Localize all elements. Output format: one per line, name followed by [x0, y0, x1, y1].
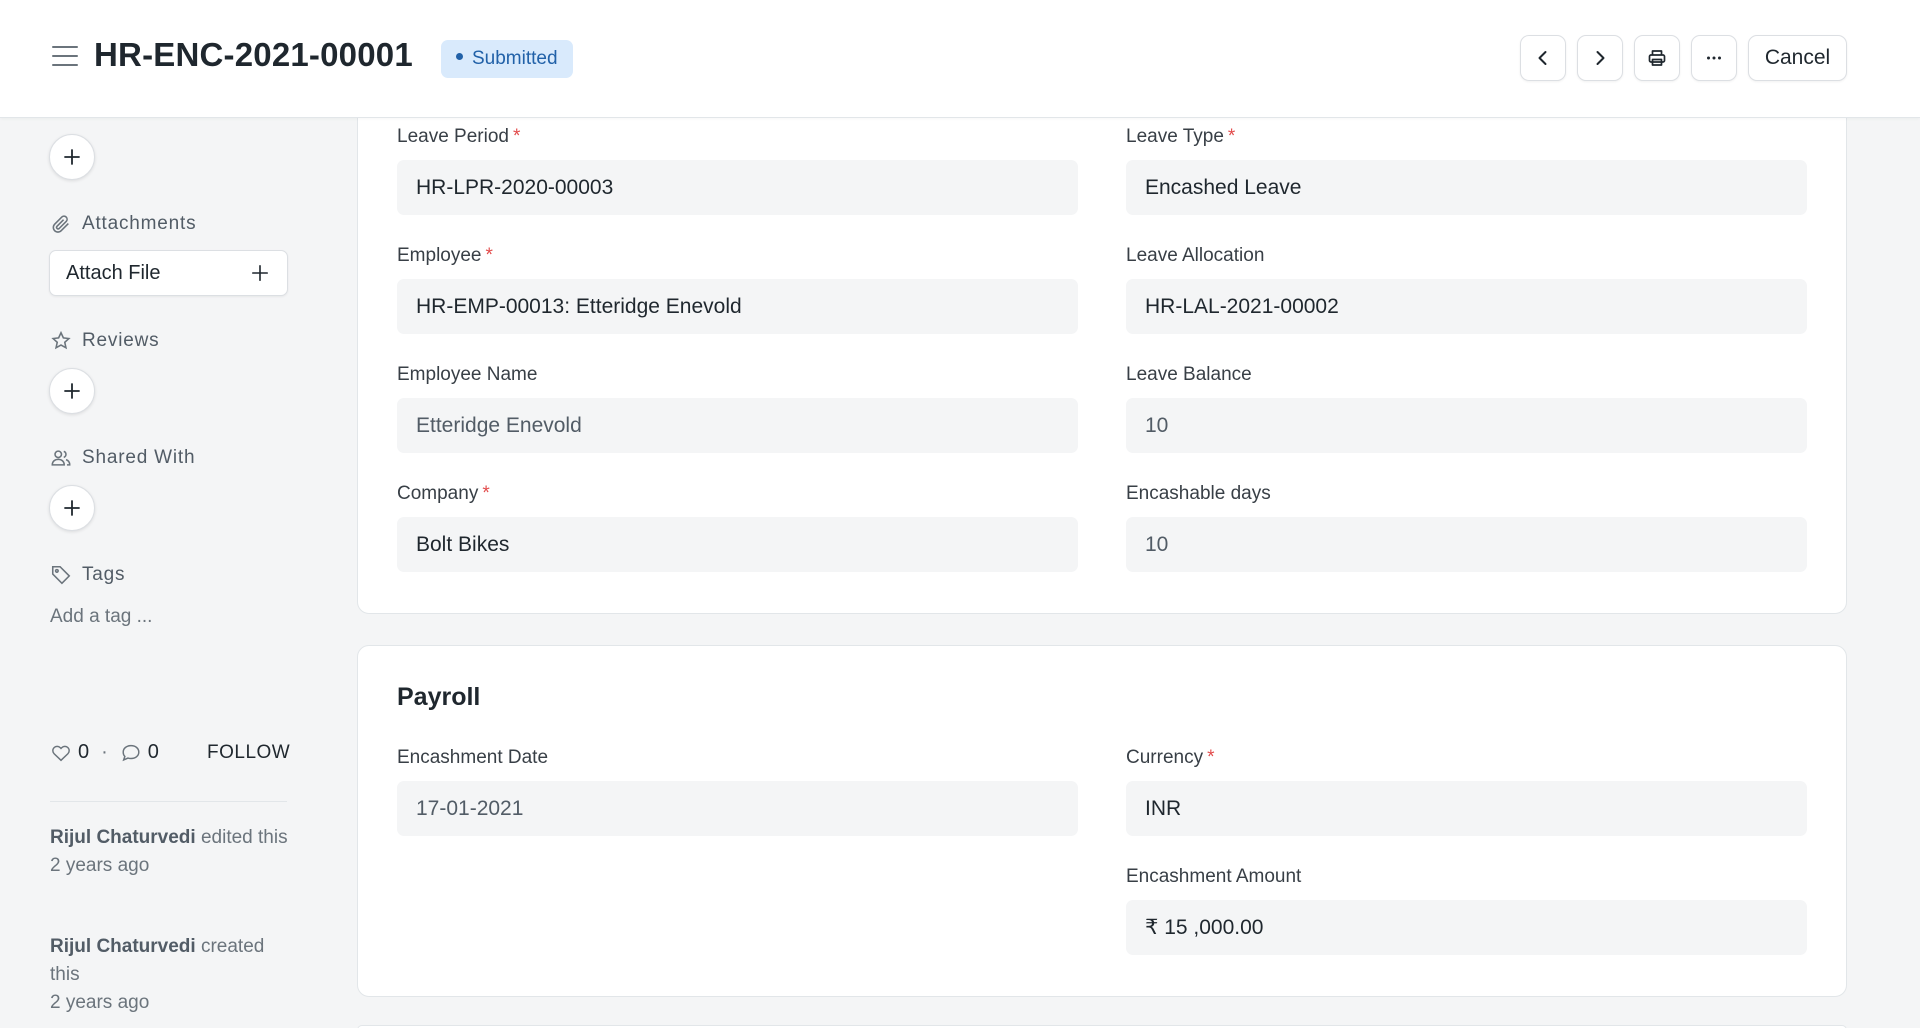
- employee-label: Employee *: [397, 245, 493, 266]
- follow-button[interactable]: FOLLOW: [207, 742, 290, 764]
- leave-period-label: Leave Period *: [397, 126, 521, 147]
- paperclip-icon: [52, 215, 69, 233]
- leave-type-field[interactable]: Encashed Leave: [1126, 160, 1807, 215]
- currency-label: Currency *: [1126, 747, 1215, 768]
- encashment-amount-field[interactable]: ₹ 15 ,000.00: [1126, 900, 1807, 955]
- users-icon: [51, 450, 71, 466]
- print-button[interactable]: [1634, 35, 1680, 81]
- activity-time: 2 years ago: [50, 855, 150, 876]
- reviews-section-title: Reviews: [50, 330, 159, 352]
- comment-icon[interactable]: [120, 742, 142, 764]
- activity-item: Rijul Chaturvedi created this 2 years ag…: [50, 933, 290, 1017]
- shared-with-section-title: Shared With: [50, 447, 195, 469]
- employee-name-label: Employee Name: [397, 364, 538, 385]
- chevron-right-icon: [1596, 51, 1605, 65]
- attach-file-label: Attach File: [66, 262, 161, 284]
- reviews-label: Reviews: [82, 330, 160, 351]
- leave-balance-label: Leave Balance: [1126, 364, 1252, 385]
- star-icon: [51, 330, 71, 350]
- encashment-amount-label: Encashment Amount: [1126, 866, 1302, 887]
- leave-allocation-field[interactable]: HR-LAL-2021-00002: [1126, 279, 1807, 334]
- payroll-section-title: Payroll: [397, 683, 481, 711]
- tag-icon: [51, 565, 71, 585]
- activity-time: 2 years ago: [50, 992, 150, 1013]
- next-doc-button[interactable]: [1577, 35, 1623, 81]
- tags-section-title: Tags: [50, 564, 125, 586]
- likes-comments: 0 · 0: [50, 741, 159, 764]
- details-section: Leave Period * HR-LPR-2020-00003 Leave Ty…: [357, 90, 1847, 614]
- plus-icon: [64, 149, 80, 165]
- add-share-button[interactable]: [49, 485, 95, 531]
- heart-icon[interactable]: [50, 742, 72, 764]
- printer-icon: [1648, 50, 1666, 66]
- activity-user[interactable]: Rijul Chaturvedi: [50, 827, 196, 848]
- form-sidebar: Attachments Attach File Reviews Shared W…: [0, 118, 330, 1028]
- add-tag-input[interactable]: Add a tag ...: [50, 606, 152, 628]
- page-header: HR-ENC-2021-00001 Submitted Cancel: [0, 0, 1920, 118]
- activity-item: Rijul Chaturvedi edited this 2 years ago: [50, 824, 290, 880]
- status-badge: Submitted: [441, 40, 573, 78]
- plus-icon: [64, 500, 80, 516]
- attachments-section-title: Attachments: [50, 213, 196, 235]
- comments-count: 0: [147, 741, 159, 763]
- likes-count: 0: [78, 741, 90, 763]
- encashable-days-field: 10: [1126, 517, 1807, 572]
- page-title: HR-ENC-2021-00001: [94, 36, 413, 73]
- leave-allocation-label: Leave Allocation: [1126, 245, 1265, 266]
- company-label: Company *: [397, 483, 490, 504]
- leave-balance-field: 10: [1126, 398, 1807, 453]
- shared-with-label: Shared With: [82, 447, 196, 468]
- cancel-button[interactable]: Cancel: [1748, 35, 1847, 81]
- status-dot: [456, 53, 463, 61]
- chevron-left-icon: [1538, 51, 1547, 65]
- encashment-date-field[interactable]: 17-01-2021: [397, 781, 1078, 836]
- activity-user[interactable]: Rijul Chaturvedi: [50, 936, 196, 957]
- attach-file-button[interactable]: Attach File: [49, 250, 288, 296]
- divider: [50, 801, 287, 802]
- plus-icon: [251, 264, 269, 282]
- leave-type-label: Leave Type *: [1126, 126, 1236, 147]
- leave-period-field[interactable]: HR-LPR-2020-00003: [397, 160, 1078, 215]
- more-icon: [1707, 56, 1721, 60]
- activity-action: edited this: [200, 827, 288, 848]
- encashable-days-label: Encashable days: [1126, 483, 1271, 504]
- currency-field[interactable]: INR: [1126, 781, 1807, 836]
- encashment-date-label: Encashment Date: [397, 747, 549, 768]
- status-text: Submitted: [472, 48, 558, 69]
- menu-icon[interactable]: [52, 46, 78, 68]
- more-actions-button[interactable]: [1691, 35, 1737, 81]
- employee-field[interactable]: HR-EMP-00013: Etteridge Enevold: [397, 279, 1078, 334]
- previous-doc-button[interactable]: [1520, 35, 1566, 81]
- plus-icon: [64, 383, 80, 399]
- add-review-button[interactable]: [49, 368, 95, 414]
- attachments-label: Attachments: [82, 213, 197, 234]
- separator-dot: ·: [101, 741, 108, 763]
- company-field[interactable]: Bolt Bikes: [397, 517, 1078, 572]
- tags-label: Tags: [82, 564, 126, 585]
- add-assignment-button[interactable]: [49, 134, 95, 180]
- payroll-section: Payroll Encashment Date 17-01-2021 Curre…: [357, 645, 1847, 997]
- employee-name-field: Etteridge Enevold: [397, 398, 1078, 453]
